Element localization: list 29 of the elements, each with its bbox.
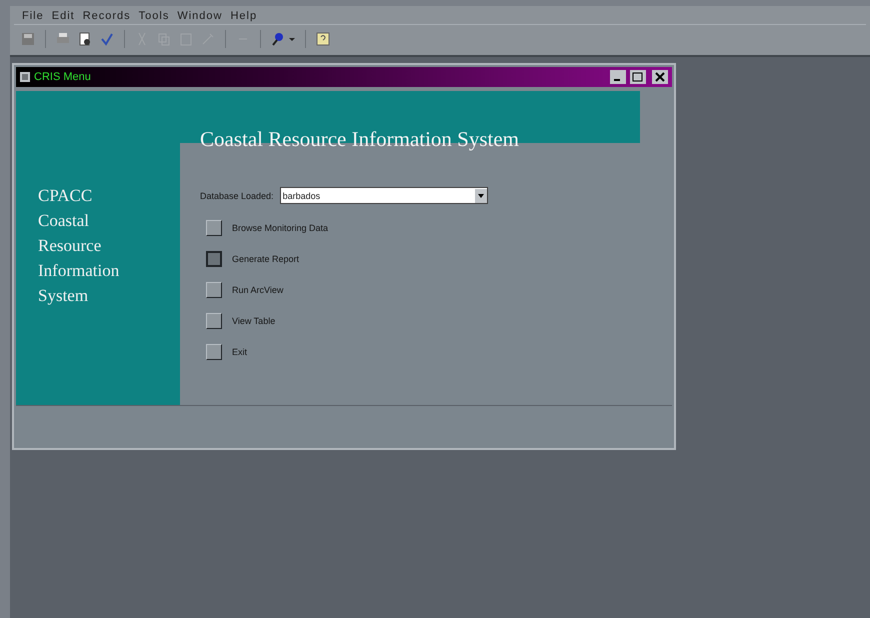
window-title: CRIS Menu xyxy=(34,71,91,83)
menu-item[interactable]: Edit xyxy=(52,10,75,22)
button-label: Generate Report xyxy=(232,254,300,264)
button-label: Browse Monitoring Data xyxy=(232,222,328,232)
command-button[interactable] xyxy=(206,250,222,266)
caret-icon[interactable] xyxy=(474,188,487,202)
form-icon xyxy=(20,72,30,82)
button-label: View Table xyxy=(232,316,276,326)
sidebar-title: CPACC Coastal Resource Information System xyxy=(38,185,120,307)
dropdown-arrow-icon[interactable] xyxy=(288,35,296,43)
button-label: Run ArcView xyxy=(232,284,284,294)
header-title: Coastal Resource Information System xyxy=(200,127,520,152)
database-label: Database Loaded: xyxy=(200,190,274,200)
help-icon[interactable] xyxy=(315,31,331,47)
menu-item[interactable]: Tools xyxy=(138,10,170,22)
command-button[interactable] xyxy=(206,220,222,236)
menu-item[interactable]: Records xyxy=(82,10,131,22)
print-preview-icon[interactable] xyxy=(77,31,93,47)
maximize-icon[interactable] xyxy=(630,70,646,84)
command-button[interactable] xyxy=(206,312,222,328)
command-button[interactable] xyxy=(206,282,222,298)
button-label: Exit xyxy=(232,346,248,356)
menu-item[interactable]: Help xyxy=(230,10,258,22)
minimize-icon[interactable] xyxy=(610,70,626,84)
menu-item[interactable]: File xyxy=(22,10,44,22)
database-dropdown[interactable]: barbados xyxy=(280,187,488,204)
menu-item[interactable]: Window xyxy=(177,10,222,22)
close-icon[interactable] xyxy=(652,70,668,84)
command-button[interactable] xyxy=(206,344,222,360)
